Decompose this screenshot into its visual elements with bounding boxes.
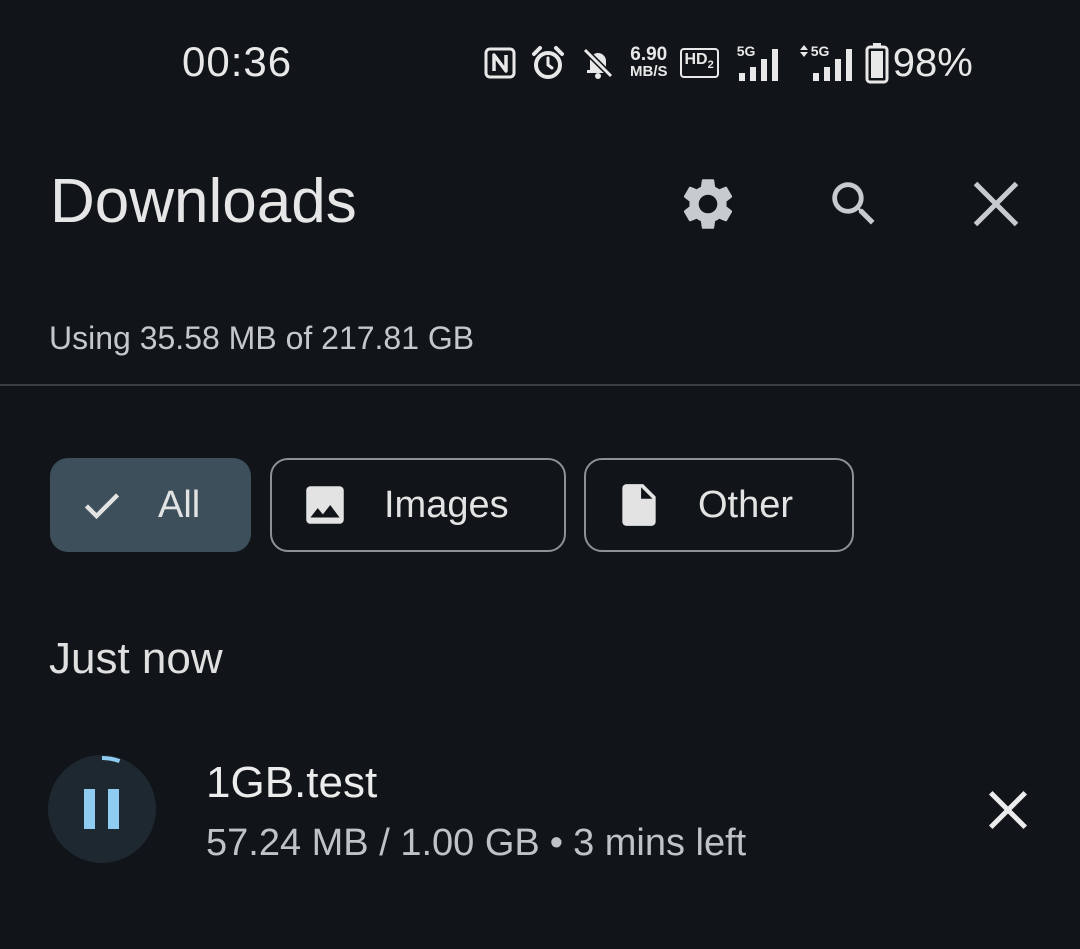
filter-chip-images[interactable]: Images xyxy=(270,458,566,552)
page-title: Downloads xyxy=(50,167,357,236)
storage-usage: Using 35.58 MB of 217.81 GB xyxy=(49,320,475,356)
bell-off-icon xyxy=(580,45,616,81)
network-speed-unit: MB/S xyxy=(630,63,668,80)
download-size: 57.24 MB / 1.00 GB xyxy=(206,822,540,864)
divider xyxy=(0,384,1080,386)
settings-button[interactable] xyxy=(668,164,748,244)
cancel-download-button[interactable] xyxy=(968,770,1048,850)
search-button[interactable] xyxy=(814,164,894,244)
download-item[interactable]: 1GB.test 57.24 MB / 1.00 GB • 3 mins left xyxy=(0,740,1080,880)
close-button[interactable] xyxy=(956,164,1036,244)
filter-chip-label: Other xyxy=(698,483,794,526)
network-speed: 6.90 MB/S xyxy=(630,44,668,80)
signal-5g-icon: 5G xyxy=(737,43,785,83)
pause-icon xyxy=(48,755,156,863)
settings-icon xyxy=(677,173,739,235)
filter-chip-label: All xyxy=(158,483,201,526)
check-icon xyxy=(80,483,124,527)
signal-5g-data-icon: 5G xyxy=(799,43,859,83)
battery-percent: 98% xyxy=(892,40,973,85)
nfc-icon xyxy=(484,47,516,79)
battery-icon xyxy=(865,42,889,84)
alarm-icon xyxy=(530,45,566,81)
hd-voice-icon: HD2 xyxy=(679,48,719,78)
status-separator: • xyxy=(549,822,564,864)
hd-voice-label: HD xyxy=(684,51,708,69)
close-icon xyxy=(971,179,1021,229)
filter-chip-other[interactable]: Other xyxy=(584,458,854,552)
close-icon xyxy=(985,787,1031,833)
filter-chip-all[interactable]: All xyxy=(50,458,251,552)
network-speed-value: 6.90 xyxy=(630,44,668,65)
file-icon xyxy=(614,477,664,533)
download-status: 57.24 MB / 1.00 GB • 3 mins left xyxy=(206,822,746,865)
hd-voice-sub: 2 xyxy=(707,59,714,72)
status-icons: 6.90 MB/S HD2 5G 5G 98% xyxy=(484,38,973,88)
pause-button[interactable] xyxy=(48,755,156,863)
search-icon xyxy=(825,175,883,233)
image-icon xyxy=(300,480,350,530)
download-time-left: 3 mins left xyxy=(573,822,747,864)
status-bar: 00:36 6.90 MB/S HD2 5G 5G 98% xyxy=(0,0,1080,125)
section-header: Just now xyxy=(49,634,223,683)
filter-chip-label: Images xyxy=(384,483,509,526)
download-file-name: 1GB.test xyxy=(206,758,378,807)
status-time: 00:36 xyxy=(182,38,293,85)
